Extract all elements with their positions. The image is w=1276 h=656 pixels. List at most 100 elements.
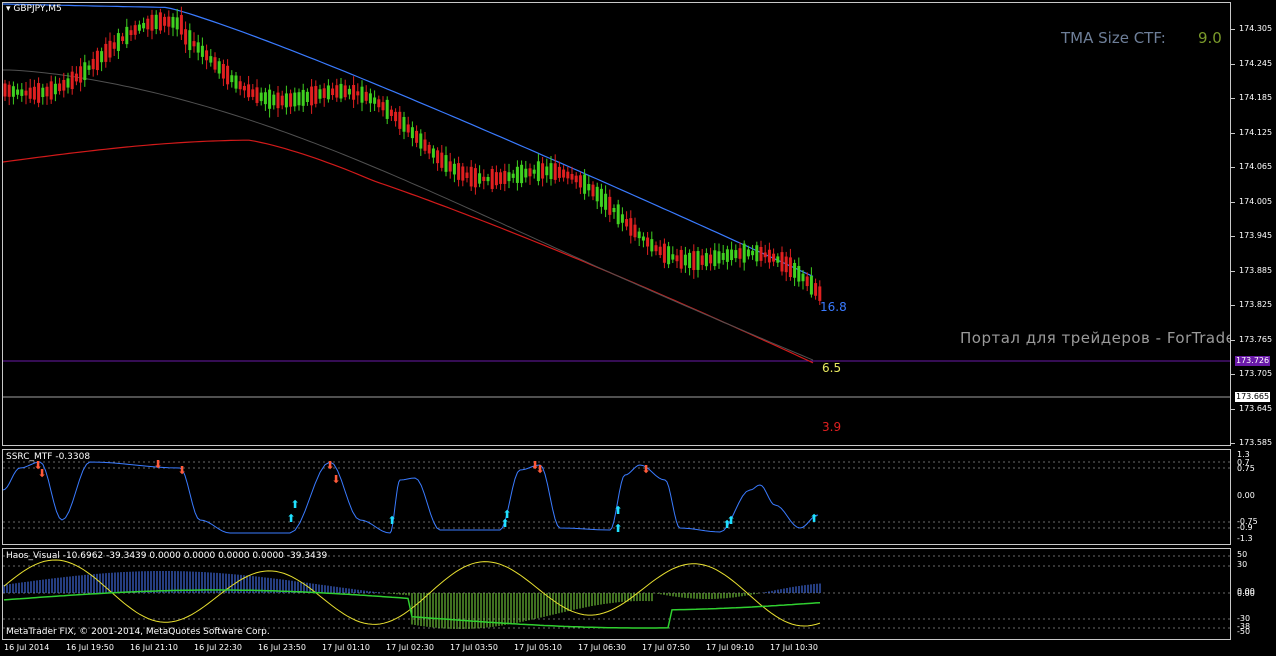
candle-body	[213, 57, 217, 70]
candle-body	[356, 91, 360, 96]
candle-body	[746, 249, 750, 257]
middle-band-line	[3, 69, 814, 361]
candle-body	[658, 246, 662, 256]
price-axis-tick	[1231, 132, 1235, 134]
price-axis-tick	[1231, 305, 1235, 306]
dropdown-arrow-icon[interactable]: ▾	[6, 4, 11, 14]
candle-body	[381, 102, 385, 111]
candle-body	[595, 186, 599, 202]
candle-body	[268, 89, 272, 109]
candle-body	[675, 255, 679, 262]
time-axis-label: 17 Jul 06:30	[578, 643, 626, 652]
candle-body	[452, 163, 456, 175]
candle-body	[805, 276, 809, 287]
candle-body	[20, 89, 24, 96]
candle-body	[515, 166, 519, 183]
candle-body	[759, 246, 763, 261]
ssrc-frame[interactable]	[2, 449, 1231, 545]
time-axis-label: 17 Jul 07:50	[642, 643, 690, 652]
upper-band-label: 16.8	[820, 300, 847, 314]
candle-body	[352, 84, 356, 100]
candle-body	[91, 58, 95, 70]
candle-body	[70, 71, 74, 90]
time-axis-label: 16 Jul 22:30	[194, 643, 242, 652]
candle-body	[440, 152, 444, 168]
candle-body	[326, 85, 330, 100]
candle-body	[284, 93, 288, 108]
candle-body	[74, 73, 78, 82]
candle-body	[221, 64, 225, 79]
candle-body	[217, 61, 221, 74]
candle-body	[251, 89, 255, 97]
candle-body	[322, 88, 326, 98]
price-axis-tick	[1231, 201, 1235, 203]
candle-body	[507, 172, 511, 182]
candle-body	[494, 172, 498, 186]
candle-body	[814, 283, 818, 296]
candle-body	[486, 177, 490, 182]
candle-body	[209, 56, 213, 63]
candle-body	[293, 92, 297, 107]
candle-body	[255, 87, 259, 103]
candle-body	[301, 89, 305, 106]
candle-body	[24, 90, 28, 96]
candle-body	[188, 30, 192, 51]
candle-body	[629, 218, 633, 236]
candle-body	[142, 22, 146, 29]
candle-body	[200, 45, 204, 57]
price-axis-tick	[1231, 270, 1235, 272]
candle-body	[536, 161, 540, 182]
candle-body	[809, 276, 813, 295]
price-axis-tick	[1231, 167, 1235, 168]
price-axis-label: 174.185	[1239, 93, 1273, 102]
candle-body	[28, 87, 32, 99]
candle-body	[788, 257, 792, 278]
candle-body	[175, 17, 179, 30]
candle-body	[150, 14, 154, 31]
candle-body	[667, 246, 671, 265]
candle-body	[37, 83, 41, 103]
candle-body	[427, 144, 431, 154]
candle-body	[709, 254, 713, 264]
candle-body	[776, 256, 780, 263]
time-axis-label: 16 Jul 23:50	[258, 643, 306, 652]
candle-body	[465, 172, 469, 178]
candle-body	[238, 81, 242, 90]
price-axis-label: 173.885	[1239, 265, 1273, 275]
copyright-text: MetaTrader FIX, © 2001-2014, MetaQuotes …	[6, 627, 270, 637]
candle-body	[541, 163, 545, 179]
candle-body	[259, 92, 263, 102]
candle-body	[423, 139, 427, 151]
candle-body	[646, 237, 650, 247]
candle-body	[146, 18, 150, 30]
candle-body	[360, 86, 364, 103]
candle-body	[137, 24, 141, 31]
bid-price-tag: 173.665	[1235, 392, 1271, 402]
candle-body	[335, 85, 339, 98]
candle-body	[272, 94, 276, 106]
candle-body	[704, 253, 708, 267]
candle-body	[158, 12, 162, 31]
price-axis-label: 173.585	[1239, 438, 1273, 447]
candle-body	[457, 163, 461, 180]
candle-body	[133, 25, 137, 35]
candle-body	[784, 256, 788, 273]
candle-body	[549, 163, 553, 180]
middle-band-label: 6.5	[822, 361, 842, 375]
candle-body	[738, 248, 742, 259]
candle-body	[49, 81, 53, 100]
candle-body	[671, 254, 675, 260]
upper-band-line	[2, 3, 814, 277]
candle-body	[389, 109, 393, 116]
candle-body	[192, 41, 196, 47]
candle-body	[398, 111, 402, 129]
candle-body	[637, 231, 641, 239]
candle-body	[620, 214, 624, 223]
price-axis-tick	[1231, 29, 1235, 30]
candle-body	[503, 170, 507, 184]
candle-body	[305, 91, 309, 103]
price-axis-tick	[1231, 339, 1235, 341]
price-axis-label: 173.645	[1239, 403, 1273, 413]
candle-body	[402, 116, 406, 132]
candle-body	[801, 273, 805, 282]
